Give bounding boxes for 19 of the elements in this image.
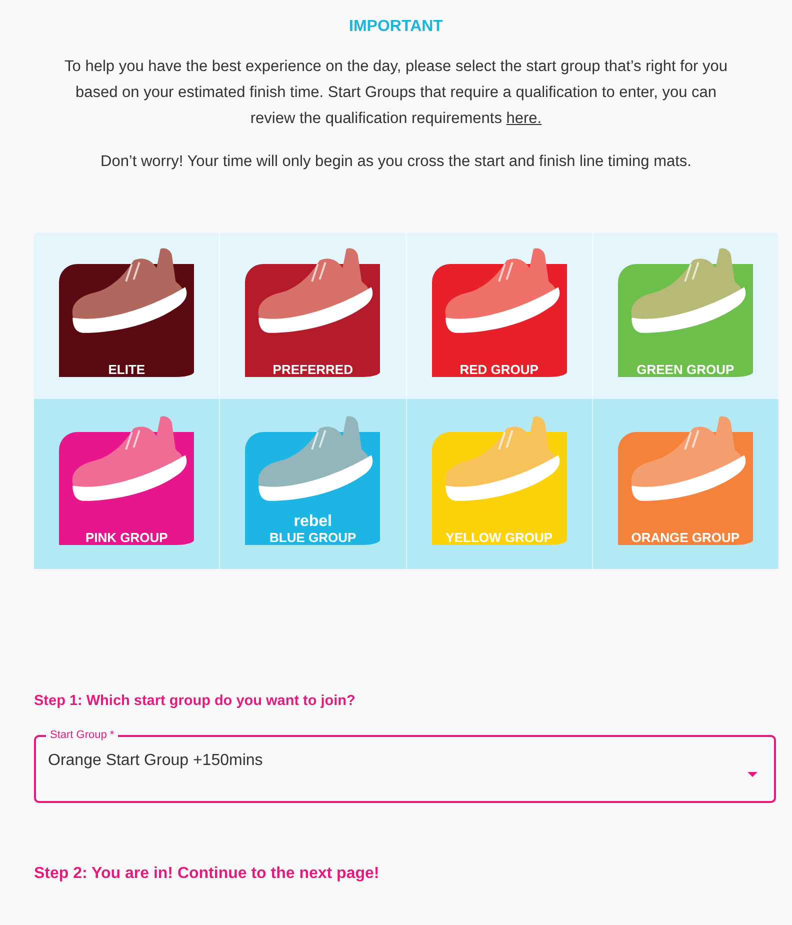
notice-text: To help you have the best experience on the day, please select the start group that’s right for you based on your estimated finish time. Start Groups that require a qualification to enter, you can review the qualification requirements here. (64, 57, 728, 129)
here-link[interactable]: here. (506, 110, 542, 127)
notice-heading: IMPORTANT (348, 18, 444, 36)
notice-text: Don’t worry! Your time will only begin as you cross the start and finish line timing mats. (100, 152, 692, 172)
step-title: Step 2: You are in! Continue to the next page! (34, 865, 380, 883)
step-title: Step 1: Which start group do you want to join? (34, 693, 356, 709)
tile-label: PREFERRED (272, 362, 353, 377)
tile-label: ELITE (108, 362, 146, 377)
tile-label: GREEN GROUP (636, 362, 734, 377)
start-group-select[interactable]: Start Group * Orange Start Group +150mins (34, 729, 776, 803)
tile-label: ORANGE GROUP (631, 530, 740, 545)
caret-icon (747, 772, 758, 778)
field-value: Orange Start Group +150mins (48, 752, 264, 770)
tile-label: BLUE GROUP (270, 530, 356, 545)
tile-label: YELLOW GROUP (446, 530, 553, 545)
brand-text: rebel (294, 514, 332, 530)
tile-label: RED GROUP (460, 362, 538, 377)
field-label: Start Group * (49, 729, 116, 742)
tile-label: PINK GROUP (85, 530, 168, 545)
